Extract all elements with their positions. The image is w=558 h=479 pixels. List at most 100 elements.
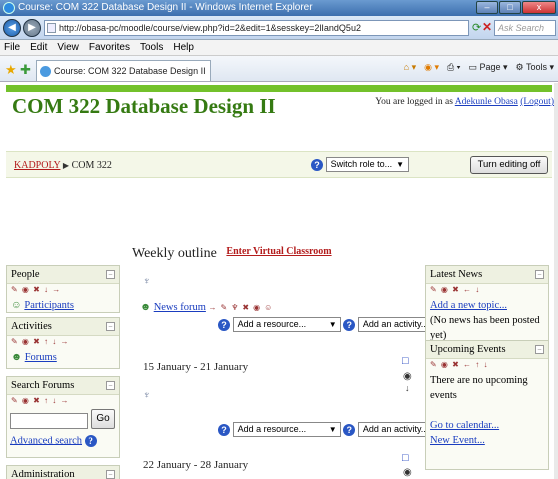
page-menu[interactable]: ▭ Page ▾ bbox=[468, 62, 507, 73]
help-icon[interactable]: ? bbox=[218, 423, 230, 436]
search-forums-block: Search Forums – ✎ ◉ ✖ ↑ ↓ → Go Advanced s… bbox=[6, 376, 120, 458]
add-resource-select[interactable]: Add a resource... ▼ bbox=[232, 422, 341, 437]
breadcrumb: KADPOLY ▶ COM 322 bbox=[14, 160, 112, 171]
move-down-icon[interactable]: ↓ bbox=[405, 383, 410, 393]
block-title: Search Forums – bbox=[7, 377, 119, 395]
people-icon: ☺ bbox=[11, 300, 22, 311]
new-event-link[interactable]: New Event... bbox=[430, 435, 485, 446]
menu-favorites[interactable]: Favorites bbox=[89, 40, 130, 55]
help-icon[interactable]: ? bbox=[343, 423, 356, 436]
close-button[interactable]: x bbox=[522, 1, 556, 14]
ie-logo-icon bbox=[3, 2, 15, 14]
breadcrumb-current: COM 322 bbox=[71, 160, 112, 171]
switch-role: ? Switch role to... ▼ bbox=[311, 157, 410, 172]
weekly-outline-heading: Weekly outline bbox=[132, 246, 217, 261]
command-bar: ⌂ ▾ ◉ ▾ ⎙ ▾ ▭ Page ▾ ⚙ Tools ▾ bbox=[404, 62, 554, 73]
feeds-icon[interactable]: ◉ ▾ bbox=[424, 62, 439, 73]
highlight-icon[interactable]: □ bbox=[402, 355, 409, 367]
advanced-search: Advanced search ? bbox=[10, 435, 97, 447]
edit-icons[interactable]: ✎ ◉ ✖ ↓ → bbox=[7, 284, 119, 295]
upcoming-events-block: Upcoming Events – ✎ ◉ ✖ ← ↑ ↓ There are n… bbox=[425, 340, 549, 470]
block-title: People – bbox=[7, 266, 119, 284]
forum-icon: ☻ bbox=[11, 352, 23, 363]
home-icon[interactable]: ⌂ ▾ bbox=[404, 62, 416, 73]
section-edit-icon[interactable]: ♆ bbox=[143, 390, 151, 401]
edit-icons[interactable]: ✎ ◉ ✖ ← ↓ bbox=[426, 284, 548, 295]
stop-icon[interactable]: ✕ bbox=[482, 20, 492, 34]
breadcrumb-home[interactable]: KADPOLY bbox=[14, 160, 60, 171]
collapse-icon[interactable]: – bbox=[106, 470, 115, 479]
block-title: Upcoming Events – bbox=[426, 341, 548, 359]
logout-link[interactable]: (Logout) bbox=[520, 97, 554, 107]
print-icon[interactable]: ⎙ ▾ bbox=[447, 62, 460, 73]
add-favorites-icon[interactable]: ✚ bbox=[20, 62, 31, 78]
administration-block: Administration – bbox=[6, 465, 120, 479]
user-link[interactable]: Adekunle Obasa bbox=[455, 97, 518, 107]
news-forum-row: ☻ News forum → ✎ ♆ ✖ ◉ ☺ bbox=[140, 302, 273, 313]
activities-block: Activities – ✎ ◉ ✖ ↑ ↓ → ☻ Forums bbox=[6, 317, 120, 369]
menu-view[interactable]: View bbox=[57, 40, 79, 55]
no-news-text: (No news has been posted yet) bbox=[430, 315, 540, 341]
block-title: Administration – bbox=[7, 466, 119, 479]
help-icon[interactable]: ? bbox=[218, 318, 230, 331]
highlight-icon[interactable]: □ bbox=[402, 452, 409, 464]
add-resource-select[interactable]: Add a resource... ▼ bbox=[232, 317, 341, 332]
edit-icons[interactable]: ✎ ◉ ✖ ↑ ↓ → bbox=[7, 336, 119, 347]
show-hide-icon[interactable]: ◉ bbox=[403, 467, 412, 478]
search-forums-input[interactable] bbox=[10, 413, 88, 429]
favorites-bar: ★ ✚ Course: COM 322 Database Design II ⌂… bbox=[0, 56, 558, 82]
minimize-button[interactable]: – bbox=[476, 1, 498, 14]
collapse-icon[interactable]: – bbox=[106, 381, 115, 390]
address-bar: ◀ ▶ http://obasa-pc/moodle/course/view.p… bbox=[0, 16, 558, 40]
add-topic-link[interactable]: Add a new topic... bbox=[430, 300, 507, 311]
go-button[interactable]: Go bbox=[91, 409, 115, 429]
collapse-icon[interactable]: – bbox=[106, 270, 115, 279]
maximize-button[interactable]: □ bbox=[499, 1, 521, 14]
section-edit-icon[interactable]: ♆ bbox=[143, 276, 151, 287]
edit-icons[interactable]: ✎ ◉ ✖ ← ↑ ↓ bbox=[426, 359, 548, 370]
people-block: People – ✎ ◉ ✖ ↓ → ☺ Participants bbox=[6, 265, 120, 313]
switch-role-select[interactable]: Switch role to... ▼ bbox=[325, 157, 410, 172]
search-input[interactable]: Ask Search bbox=[494, 20, 556, 36]
page-content: COM 322 Database Design II You are logge… bbox=[0, 83, 558, 479]
show-hide-icon[interactable]: ◉ bbox=[403, 371, 412, 382]
header-bar bbox=[6, 85, 552, 92]
menu-bar: File Edit View Favorites Tools Help bbox=[0, 40, 558, 56]
participants-link[interactable]: Participants bbox=[24, 300, 74, 311]
collapse-icon[interactable]: – bbox=[535, 270, 544, 279]
chevron-down-icon: ▼ bbox=[328, 425, 337, 434]
advanced-search-link[interactable]: Advanced search bbox=[10, 435, 82, 446]
help-icon[interactable]: ? bbox=[343, 318, 356, 331]
menu-file[interactable]: File bbox=[4, 40, 20, 55]
menu-help[interactable]: Help bbox=[173, 40, 194, 55]
block-title: Activities – bbox=[7, 318, 119, 336]
forums-link[interactable]: Forums bbox=[25, 352, 57, 363]
window-controls: – □ x bbox=[476, 1, 556, 15]
favorites-star-icon[interactable]: ★ bbox=[5, 62, 17, 78]
menu-tools[interactable]: Tools bbox=[140, 40, 163, 55]
forward-icon[interactable]: ▶ bbox=[23, 19, 41, 37]
url-input[interactable]: http://obasa-pc/moodle/course/view.php?i… bbox=[44, 20, 469, 36]
login-info: You are logged in as Adekunle Obasa (Log… bbox=[375, 97, 554, 107]
tab-page-icon bbox=[40, 66, 51, 77]
refresh-icon[interactable]: ⟳ bbox=[472, 21, 481, 34]
browser-tab[interactable]: Course: COM 322 Database Design II bbox=[36, 60, 211, 81]
scrollbar[interactable] bbox=[554, 83, 558, 479]
back-icon[interactable]: ◀ bbox=[3, 19, 21, 37]
virtual-classroom-link[interactable]: Enter Virtual Classroom bbox=[0, 246, 558, 257]
news-forum-link[interactable]: News forum bbox=[154, 302, 206, 313]
menu-edit[interactable]: Edit bbox=[30, 40, 47, 55]
help-icon[interactable]: ? bbox=[311, 158, 323, 171]
turn-editing-button[interactable]: Turn editing off bbox=[470, 156, 548, 174]
week-heading: 15 January - 21 January bbox=[143, 361, 249, 373]
week-heading: 22 January - 28 January bbox=[143, 459, 249, 471]
breadcrumb-separator: ▶ bbox=[62, 161, 70, 170]
activity-edit-icons[interactable]: → ✎ ♆ ✖ ◉ ☺ bbox=[209, 303, 274, 312]
edit-icons[interactable]: ✎ ◉ ✖ ↑ ↓ → bbox=[7, 395, 119, 406]
calendar-link[interactable]: Go to calendar... bbox=[430, 420, 499, 431]
help-icon[interactable]: ? bbox=[84, 435, 97, 447]
collapse-icon[interactable]: – bbox=[535, 345, 544, 354]
collapse-icon[interactable]: – bbox=[106, 322, 115, 331]
forum-icon: ☻ bbox=[140, 302, 152, 313]
tools-menu[interactable]: ⚙ Tools ▾ bbox=[516, 62, 554, 73]
